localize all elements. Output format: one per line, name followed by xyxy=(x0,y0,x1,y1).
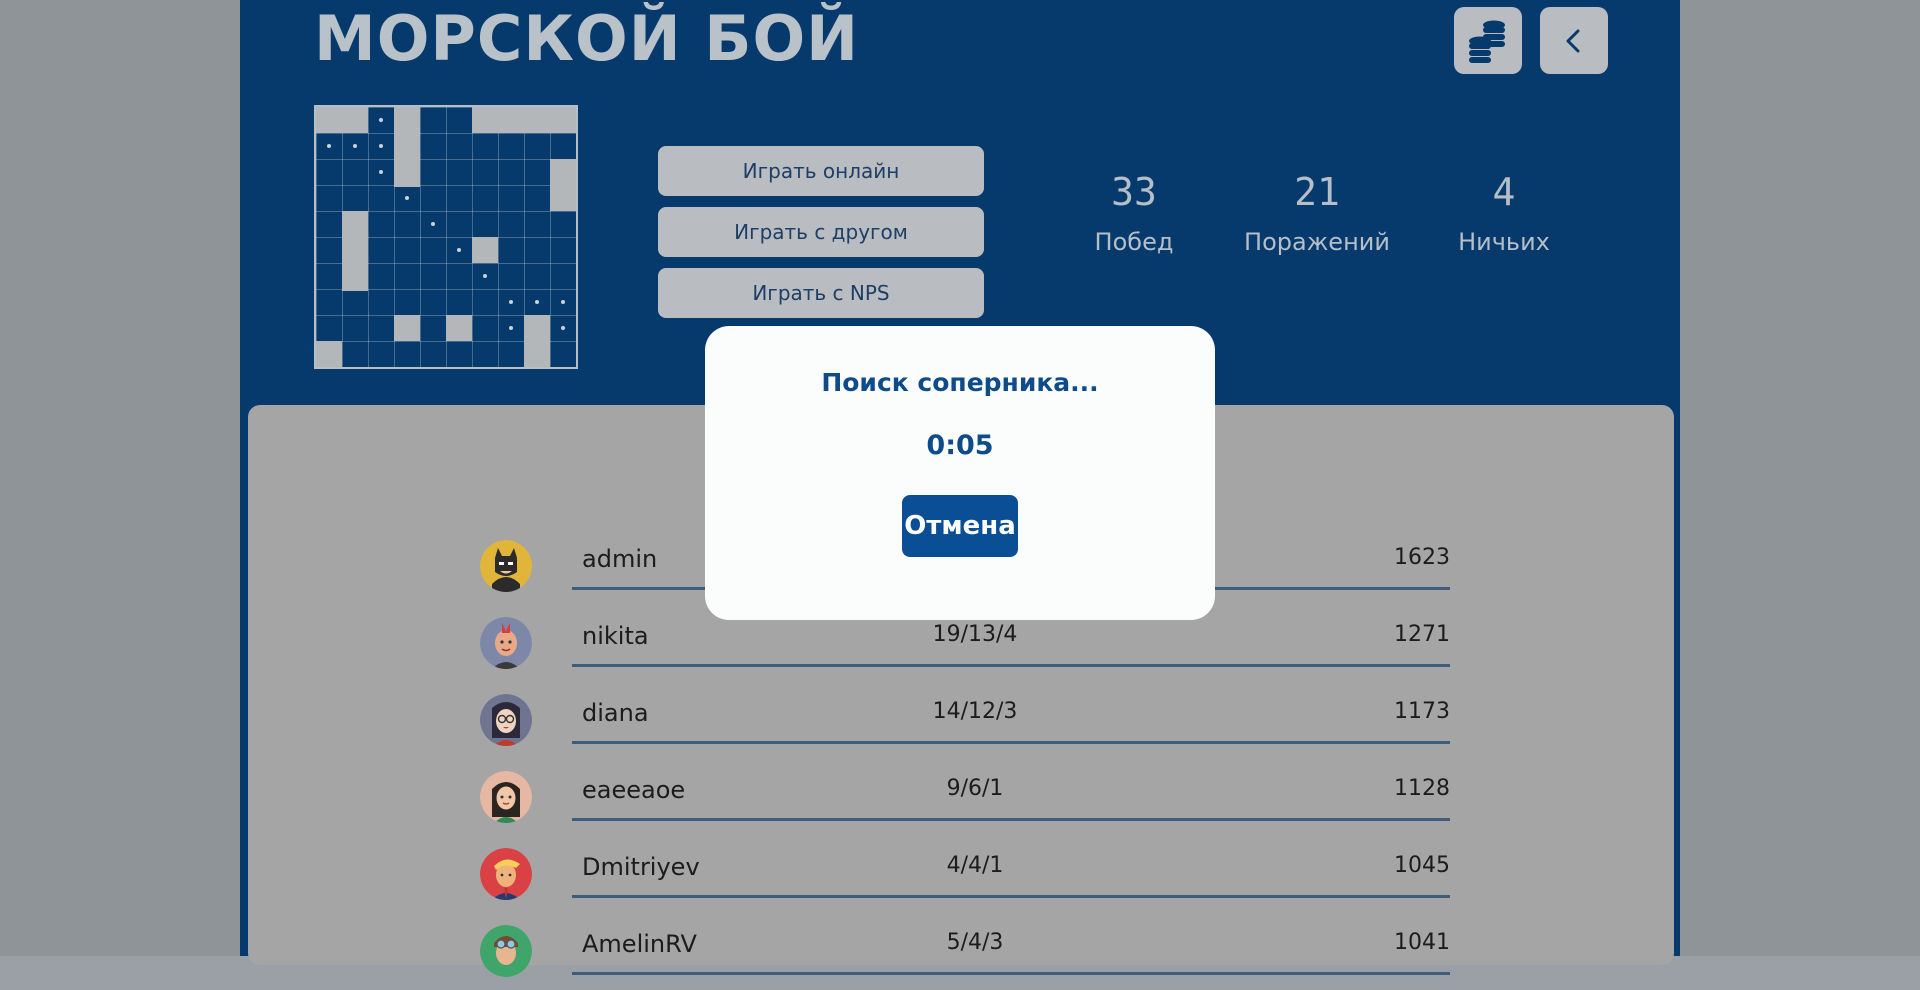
play-online-button[interactable]: Играть онлайн xyxy=(658,146,984,196)
leaderboard-row[interactable]: diana 14/12/3 1173 xyxy=(480,689,1450,759)
stat-value: 4 xyxy=(1492,170,1516,214)
player-score: 1173 xyxy=(1394,699,1450,724)
player-games: 9/6/1 xyxy=(946,776,1004,801)
ship xyxy=(316,341,342,367)
ship xyxy=(472,107,576,133)
cancel-button[interactable]: Отмена xyxy=(902,495,1018,557)
miss-dot xyxy=(457,248,461,252)
miss-dot xyxy=(379,118,383,122)
stat-draws: 4 Ничьих xyxy=(1414,170,1594,256)
leaderboard-row[interactable]: nikita 19/13/4 1271 xyxy=(480,612,1450,682)
dialog-title: Поиск соперника... xyxy=(821,368,1099,397)
right-backdrop xyxy=(1680,0,1920,956)
player-name: diana xyxy=(582,699,649,727)
ship xyxy=(550,159,576,211)
miss-dot xyxy=(379,144,383,148)
miss-dot xyxy=(535,300,539,304)
player-name: nikita xyxy=(582,622,649,650)
leaderboard-row[interactable]: AmelinRV 5/4/3 1041 xyxy=(480,920,1450,990)
punk-avatar xyxy=(480,617,532,669)
miss-dot xyxy=(561,326,565,330)
ship xyxy=(342,211,368,291)
leaderboard-row[interactable]: Dmitriyev 4/4/1 1045 xyxy=(480,843,1450,913)
row-divider xyxy=(572,664,1450,667)
game-board xyxy=(314,105,578,369)
player-games: 14/12/3 xyxy=(932,699,1018,724)
coins-button[interactable] xyxy=(1454,7,1522,74)
row-divider xyxy=(572,818,1450,821)
ship xyxy=(394,107,420,187)
ship xyxy=(524,315,550,367)
ship xyxy=(394,315,420,341)
stat-label: Побед xyxy=(1094,228,1174,256)
player-games: 4/4/1 xyxy=(946,853,1004,878)
row-divider xyxy=(572,972,1450,975)
player-name: Dmitriyev xyxy=(582,853,700,881)
search-opponent-dialog: Поиск соперника... 0:05 Отмена xyxy=(705,326,1215,620)
batman-avatar xyxy=(480,540,532,592)
miss-dot xyxy=(509,326,513,330)
play-friend-button[interactable]: Играть с другом xyxy=(658,207,984,257)
player-name: admin xyxy=(582,545,658,573)
miss-dot xyxy=(483,274,487,278)
player-name: AmelinRV xyxy=(582,930,697,958)
miss-dot xyxy=(353,144,357,148)
stat-value: 21 xyxy=(1294,170,1340,214)
miss-dot xyxy=(509,300,513,304)
player-name: eaeeaoe xyxy=(582,776,686,804)
back-button[interactable] xyxy=(1540,7,1608,74)
ship xyxy=(472,237,498,263)
player-score: 1128 xyxy=(1394,776,1450,801)
leaderboard-row[interactable]: eaeeaoe 9/6/1 1128 xyxy=(480,766,1450,836)
stat-label: Ничьих xyxy=(1458,228,1550,256)
trump-avatar xyxy=(480,848,532,900)
ship xyxy=(446,315,472,341)
girl-avatar xyxy=(480,771,532,823)
play-nps-button[interactable]: Играть с NPS xyxy=(658,268,984,318)
page-title: МОРСКОЙ БОЙ xyxy=(314,2,860,75)
miss-dot xyxy=(431,222,435,226)
left-backdrop xyxy=(0,0,240,956)
chevron-left-icon xyxy=(1566,29,1580,52)
player-score: 1271 xyxy=(1394,622,1450,647)
miss-dot xyxy=(405,196,409,200)
ship xyxy=(316,107,368,133)
stat-wins: 33 Побед xyxy=(1044,170,1224,256)
stat-value: 33 xyxy=(1111,170,1157,214)
stat-label: Поражений xyxy=(1244,228,1390,256)
search-timer: 0:05 xyxy=(926,430,994,461)
player-games: 5/4/3 xyxy=(946,930,1004,955)
miss-dot xyxy=(561,300,565,304)
miss-dot xyxy=(327,144,331,148)
player-score: 1041 xyxy=(1394,930,1450,955)
pilot-avatar xyxy=(480,925,532,977)
stat-losses: 21 Поражений xyxy=(1227,170,1407,256)
row-divider xyxy=(572,741,1450,744)
coins-icon xyxy=(1469,20,1505,63)
player-games: 19/13/4 xyxy=(932,622,1018,647)
miss-dot xyxy=(379,170,383,174)
glasses-avatar xyxy=(480,694,532,746)
row-divider xyxy=(572,895,1450,898)
player-score: 1623 xyxy=(1394,545,1450,570)
player-score: 1045 xyxy=(1394,853,1450,878)
